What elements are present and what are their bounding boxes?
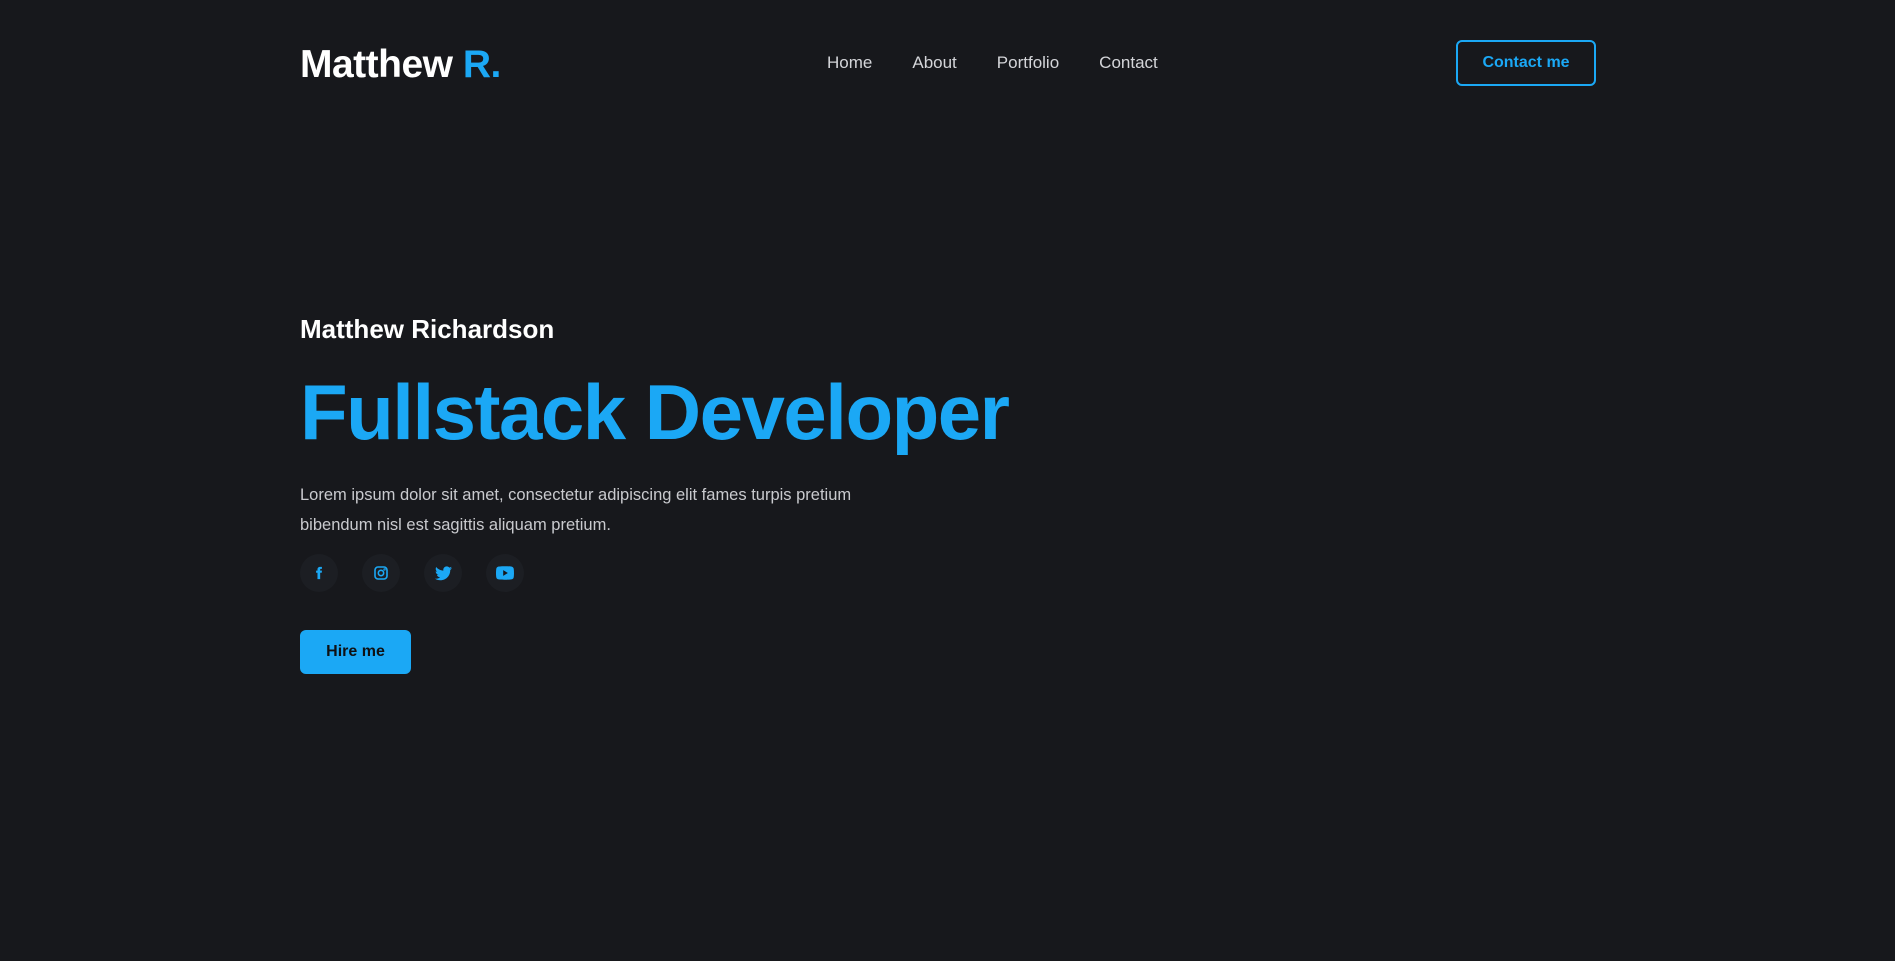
hero-title: Fullstack Developer — [300, 368, 1010, 456]
logo-initial: R. — [462, 43, 502, 86]
hire-me-button[interactable]: Hire me — [300, 630, 411, 674]
twitter-link[interactable] — [424, 554, 462, 592]
site-header: Matthew R. Home About Portfolio Contact … — [300, 40, 1596, 86]
logo[interactable]: Matthew R. — [300, 42, 501, 88]
social-links — [300, 554, 1200, 592]
hero-name: Matthew Richardson — [300, 314, 555, 344]
contact-me-button[interactable]: Contact me — [1456, 40, 1596, 86]
facebook-icon — [312, 566, 326, 580]
facebook-link[interactable] — [300, 554, 338, 592]
nav-contact[interactable]: Contact — [1099, 40, 1158, 86]
page: Matthew R. Home About Portfolio Contact … — [0, 0, 1895, 961]
youtube-icon — [496, 566, 514, 580]
instagram-icon — [373, 565, 389, 581]
nav-home[interactable]: Home — [827, 40, 872, 86]
instagram-link[interactable] — [362, 554, 400, 592]
logo-name: Matthew — [300, 43, 453, 86]
twitter-icon — [434, 565, 452, 581]
nav-portfolio[interactable]: Portfolio — [997, 40, 1059, 86]
nav-about[interactable]: About — [912, 40, 956, 86]
youtube-link[interactable] — [486, 554, 524, 592]
main-nav: Home About Portfolio Contact — [827, 40, 1158, 86]
hero-description: Lorem ipsum dolor sit amet, consectetur … — [300, 486, 852, 534]
hero-section: Matthew Richardson Fullstack Developer L… — [300, 310, 1200, 674]
